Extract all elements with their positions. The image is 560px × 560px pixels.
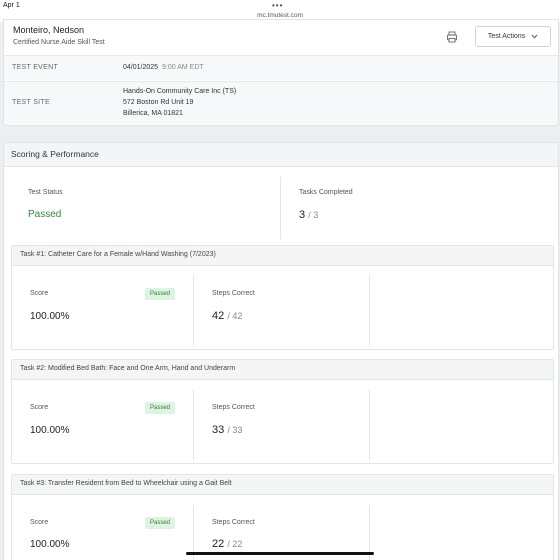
scoring-title: Scoring & Performance xyxy=(11,149,99,159)
task-passed-badge: Passed xyxy=(145,288,176,300)
test-event-time: 9:00 AM EDT xyxy=(162,64,204,71)
task-panel-2: Task #2: Modified Bed Bath: Face and One… xyxy=(11,359,554,464)
steps-count: 33 xyxy=(212,424,225,436)
task-passed-badge: Passed xyxy=(145,517,176,529)
test-site-address: Hands-On Community Care Inc (TS) 572 Bos… xyxy=(123,86,236,119)
task-header: Task #2: Modified Bed Bath: Face and One… xyxy=(12,360,553,380)
test-name: Certified Nurse Aide Skill Test xyxy=(13,39,105,46)
task-panel-3: Task #3: Transfer Resident from Bed to W… xyxy=(11,474,554,560)
steps-total: / 22 xyxy=(227,539,243,549)
more-dots-icon[interactable]: ••• xyxy=(272,1,283,10)
printer-icon[interactable] xyxy=(445,30,459,44)
steps-total: / 33 xyxy=(227,425,243,435)
task-title: Task #3: Transfer Resident from Bed to W… xyxy=(20,480,232,487)
task-panel-1: Task #1: Catheter Care for a Female w/Ha… xyxy=(11,245,554,350)
tasks-done: 3 xyxy=(299,209,306,221)
task-score-value: 100.00% xyxy=(30,539,70,550)
url-bar[interactable]: mc.tmutest.com xyxy=(0,12,560,19)
task-score-label: Score xyxy=(30,290,49,297)
test-header-card: Monteiro, Nedson Certified Nurse Aide Sk… xyxy=(4,20,558,125)
tasks-completed-value: 3 / 3 xyxy=(299,209,318,221)
task-score-value: 100.00% xyxy=(30,311,70,322)
browser-status-bar: Apr 1 ••• mc.tmutest.com xyxy=(0,0,560,22)
test-event-row: TEST EVENT 04/01/2025 9:00 AM EDT xyxy=(4,56,558,80)
steps-count: 22 xyxy=(212,538,225,550)
steps-correct-value: 33 / 33 xyxy=(212,424,242,436)
task-divider xyxy=(369,276,370,346)
task-passed-badge: Passed xyxy=(145,402,176,414)
test-event-label: TEST EVENT xyxy=(12,64,59,71)
scoring-performance-card: Scoring & Performance Test Status Passed… xyxy=(4,143,558,560)
steps-correct-label: Steps Correct xyxy=(212,290,255,297)
task-header: Task #3: Transfer Resident from Bed to W… xyxy=(12,475,553,495)
summary-divider xyxy=(280,177,281,239)
test-event-date: 04/01/2025 xyxy=(123,64,159,71)
test-site-label: TEST SITE xyxy=(12,99,50,106)
test-status-label: Test Status xyxy=(28,189,63,196)
task-divider xyxy=(193,276,194,346)
test-status-value: Passed xyxy=(28,209,62,220)
test-site-row: TEST SITE Hands-On Community Care Inc (T… xyxy=(4,81,558,124)
candidate-name: Monteiro, Nedson xyxy=(13,25,85,35)
test-actions-button[interactable]: Test Actions xyxy=(475,26,551,47)
site-street: 572 Boston Rd Unit 19 xyxy=(123,99,194,106)
site-city: Billerica, MA 01821 xyxy=(123,110,183,117)
status-date: Apr 1 xyxy=(3,2,20,9)
task-header: Task #1: Catheter Care for a Female w/Ha… xyxy=(12,246,553,266)
task-divider xyxy=(369,390,370,460)
tasks-completed-label: Tasks Completed xyxy=(299,189,353,196)
steps-correct-value: 42 / 42 xyxy=(212,310,242,322)
test-actions-label: Test Actions xyxy=(487,33,526,40)
task-divider xyxy=(193,390,194,460)
test-event-value: 04/01/2025 9:00 AM EDT xyxy=(123,62,204,73)
home-indicator[interactable] xyxy=(186,552,374,555)
task-score-value: 100.00% xyxy=(30,425,70,436)
scoring-header: Scoring & Performance xyxy=(4,143,558,167)
steps-count: 42 xyxy=(212,310,225,322)
tasks-total: / 3 xyxy=(308,210,319,220)
steps-correct-value: 22 / 22 xyxy=(212,538,242,550)
task-title: Task #1: Catheter Care for a Female w/Ha… xyxy=(20,251,216,258)
task-title: Task #2: Modified Bed Bath: Face and One… xyxy=(20,365,236,372)
steps-correct-label: Steps Correct xyxy=(212,519,255,526)
task-score-label: Score xyxy=(30,404,49,411)
steps-correct-label: Steps Correct xyxy=(212,404,255,411)
steps-total: / 42 xyxy=(227,311,243,321)
chevron-down-icon xyxy=(531,34,538,39)
site-name: Hands-On Community Care Inc (TS) xyxy=(123,88,237,95)
task-score-label: Score xyxy=(30,519,49,526)
